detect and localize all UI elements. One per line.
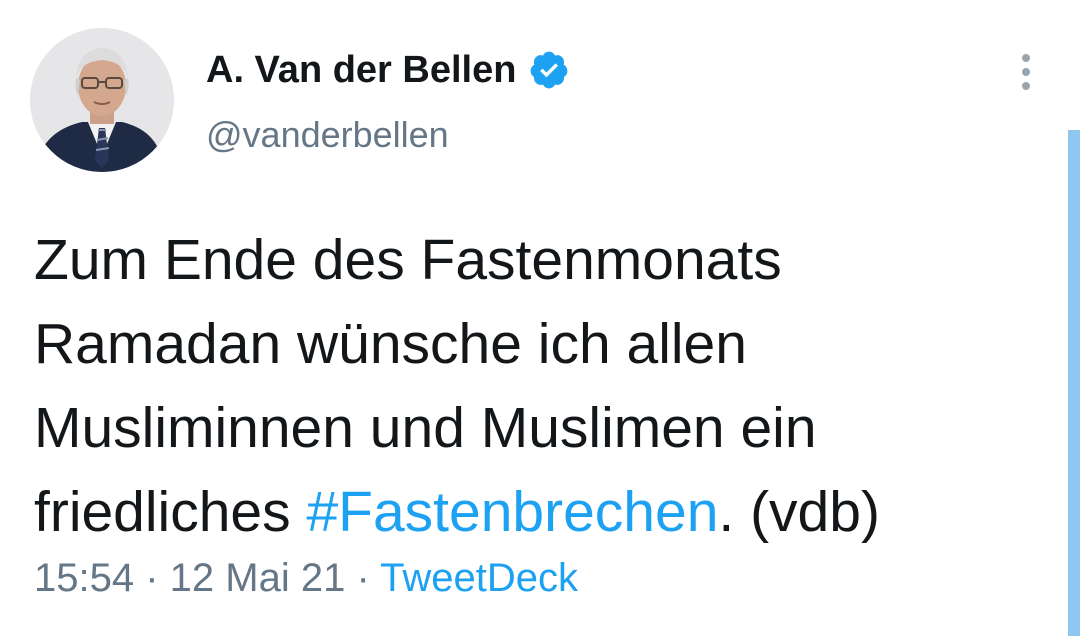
tweet-source-link[interactable]: TweetDeck bbox=[380, 556, 578, 600]
tweet-text-fragment: . (vdb) bbox=[718, 480, 880, 544]
hashtag-link[interactable]: #Fastenbrechen bbox=[306, 480, 718, 544]
avatar-portrait-image bbox=[30, 28, 174, 172]
tweet-card: A. Van der Bellen @vanderbellen Zum Ende… bbox=[0, 0, 1080, 636]
tweet-meta: 15:54 · 12 Mai 21 · TweetDeck bbox=[34, 556, 578, 601]
verified-badge-icon bbox=[531, 51, 568, 89]
tweet-text-fragment: friedliches bbox=[34, 480, 307, 544]
tweet-text-line: Musliminnen und Muslimen ein bbox=[34, 396, 817, 460]
meta-separator: · bbox=[345, 556, 381, 600]
more-options-button[interactable] bbox=[1008, 48, 1044, 96]
author-handle[interactable]: @vanderbellen bbox=[206, 114, 449, 156]
meta-separator: · bbox=[134, 556, 170, 600]
more-vertical-icon-dot bbox=[1022, 82, 1030, 90]
tweet-time[interactable]: 15:54 bbox=[34, 556, 134, 600]
author-name-row[interactable]: A. Van der Bellen bbox=[206, 44, 570, 96]
tweet-text-line: Zum Ende des Fastenmonats bbox=[34, 228, 782, 292]
tweet-text-last-line: friedliches #Fastenbrechen. (vdb) bbox=[34, 470, 1034, 554]
author-display-name[interactable]: A. Van der Bellen bbox=[206, 49, 516, 92]
more-vertical-icon-dot bbox=[1022, 68, 1030, 76]
tweet-date[interactable]: 12 Mai 21 bbox=[170, 556, 346, 600]
tweet-text: Zum Ende des Fastenmonats Ramadan wünsch… bbox=[34, 218, 1034, 554]
avatar[interactable] bbox=[30, 28, 174, 172]
more-vertical-icon bbox=[1022, 54, 1030, 62]
scrollbar[interactable] bbox=[1068, 130, 1080, 636]
tweet-text-line: Ramadan wünsche ich allen bbox=[34, 312, 747, 376]
